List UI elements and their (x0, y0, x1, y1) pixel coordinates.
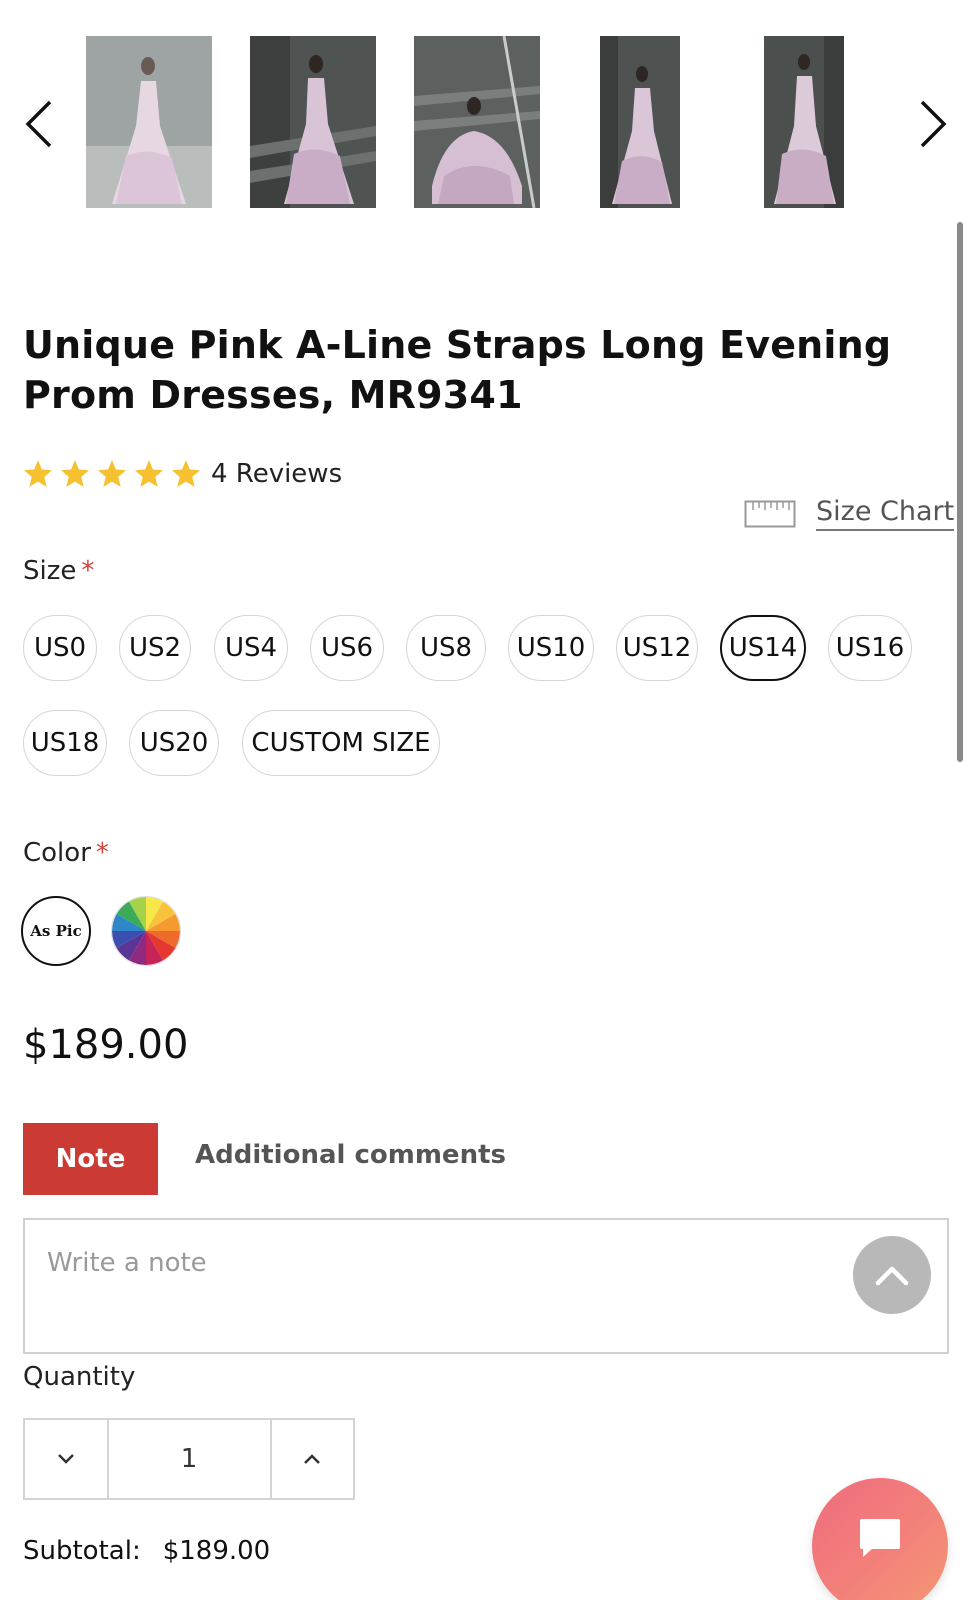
size-chart-link[interactable]: Size Chart (744, 496, 955, 531)
size-option-us2[interactable]: US2 (119, 615, 191, 681)
size-label-text: Size (23, 556, 77, 586)
size-option-us6[interactable]: US6 (310, 615, 384, 681)
note-textarea[interactable] (25, 1220, 947, 1352)
thumbnail-carousel (0, 36, 971, 208)
thumbnail-3[interactable] (414, 36, 540, 208)
chevron-right-icon[interactable] (912, 94, 952, 154)
star-icon (133, 458, 165, 490)
chat-button[interactable] (812, 1478, 948, 1600)
size-option-us8[interactable]: US8 (406, 615, 486, 681)
star-icon (22, 458, 54, 490)
size-option-us18[interactable]: US18 (23, 710, 107, 776)
note-field-container (23, 1218, 949, 1354)
reviews-link[interactable]: 4 Reviews (211, 459, 342, 489)
subtotal: Subtotal: $189.00 (23, 1536, 270, 1566)
scroll-to-top-button[interactable] (853, 1236, 931, 1314)
tab-note[interactable]: Note (23, 1123, 158, 1195)
size-chart-label: Size Chart (816, 496, 955, 531)
size-label: Size * (23, 556, 94, 586)
ruler-icon (744, 500, 796, 528)
product-rating: 4 Reviews (22, 456, 342, 492)
quantity-label: Quantity (23, 1362, 136, 1392)
thumbnail-5[interactable] (764, 36, 844, 208)
subtotal-value: $189.00 (162, 1536, 271, 1566)
thumbnail-4[interactable] (600, 36, 680, 208)
thumbnail-2[interactable] (250, 36, 376, 208)
size-option-us16[interactable]: US16 (828, 615, 912, 681)
size-option-us4[interactable]: US4 (214, 615, 288, 681)
color-label: Color * (23, 838, 109, 868)
star-icon (170, 458, 202, 490)
thumbnail-1[interactable] (86, 36, 212, 208)
quantity-increase-button[interactable] (272, 1420, 354, 1498)
quantity-decrease-button[interactable] (25, 1420, 107, 1498)
size-option-custom[interactable]: CUSTOM SIZE (242, 710, 440, 776)
chat-bubble-icon (860, 1519, 900, 1557)
star-icon (59, 458, 91, 490)
quantity-input[interactable]: 1 (106, 1420, 272, 1498)
chevron-up-icon (304, 1454, 321, 1464)
size-option-us0[interactable]: US0 (23, 615, 97, 681)
subtotal-label: Subtotal: (23, 1536, 141, 1566)
product-title: Unique Pink A-Line Straps Long Evening P… (23, 323, 892, 417)
required-mark: * (95, 838, 109, 868)
chevron-down-icon (57, 1454, 74, 1464)
chevron-left-icon[interactable] (20, 94, 60, 154)
tab-additional-comments[interactable]: Additional comments (195, 1140, 506, 1170)
page-scrollbar[interactable] (957, 222, 963, 762)
color-option-as-pic[interactable]: As Pic (21, 896, 91, 966)
size-option-us20[interactable]: US20 (129, 710, 219, 776)
quantity-stepper: 1 (23, 1418, 355, 1500)
required-mark: * (81, 556, 95, 586)
size-option-us10[interactable]: US10 (508, 615, 594, 681)
color-label-text: Color (23, 838, 91, 868)
multicolor-wheel-icon[interactable] (111, 896, 181, 966)
chevron-up-icon (875, 1266, 909, 1286)
star-icon (96, 458, 128, 490)
size-option-us14[interactable]: US14 (720, 615, 806, 681)
product-price: $189.00 (23, 1022, 189, 1068)
size-option-us12[interactable]: US12 (616, 615, 698, 681)
